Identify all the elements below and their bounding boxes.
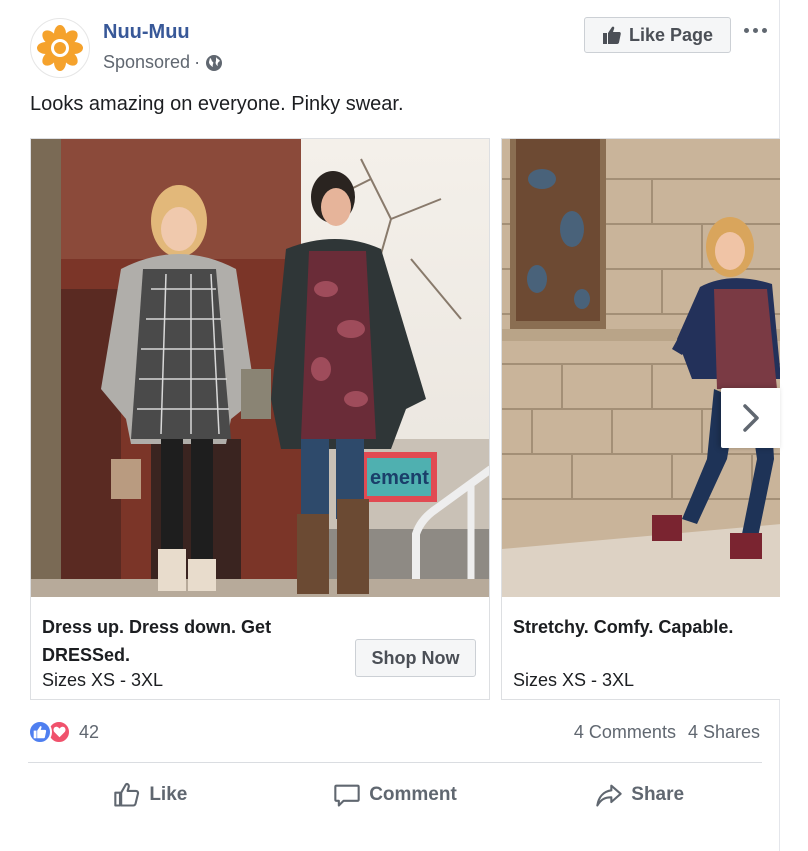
reaction-summary[interactable]: 42 xyxy=(28,720,99,744)
like-action-label: Like xyxy=(149,784,188,805)
store-sign-text: ement xyxy=(370,467,429,489)
globe-icon xyxy=(206,54,223,71)
like-action-button[interactable]: Like xyxy=(28,770,273,820)
comment-action-label: Comment xyxy=(369,784,457,805)
thumbs-up-icon xyxy=(602,26,621,44)
like-page-label: Like Page xyxy=(628,24,714,45)
card-1-image[interactable]: ement xyxy=(31,139,489,597)
shop-now-button[interactable]: Shop Now xyxy=(355,639,476,677)
page-avatar[interactable] xyxy=(30,18,90,78)
meta-separator: · xyxy=(194,52,201,72)
card-1-description: Sizes XS - 3XL xyxy=(42,670,164,690)
reaction-count: 42 xyxy=(79,721,100,742)
post-meta: Sponsored · xyxy=(103,52,223,73)
comment-icon xyxy=(334,784,360,807)
comment-action-button[interactable]: Comment xyxy=(273,770,518,820)
thumbs-up-outline-icon xyxy=(114,783,140,807)
card-1-headline[interactable]: Dress up. Dress down. Get DRESSed. xyxy=(42,613,312,669)
actions-divider xyxy=(28,762,762,763)
sponsored-post: Nuu-Muu Sponsored · Like Page Looks amaz… xyxy=(0,0,780,851)
post-message: Looks amazing on everyone. Pinky swear. xyxy=(30,93,404,115)
flower-logo-icon xyxy=(37,25,83,71)
share-action-button[interactable]: Share xyxy=(517,770,762,820)
chevron-right-icon xyxy=(742,404,759,432)
carousel-card-1[interactable]: ement Dress up. Dress down. Get DRESSed.… xyxy=(30,138,490,700)
card-2-headline[interactable]: Stretchy. Comfy. Capable. xyxy=(513,613,733,641)
carousel-next-button[interactable] xyxy=(721,388,780,448)
share-icon xyxy=(596,784,622,807)
share-action-label: Share xyxy=(631,784,685,805)
comments-count-link[interactable]: 4 Comments xyxy=(574,722,676,743)
engagement-counts: 4 Comments 4 Shares xyxy=(574,722,760,743)
card-2-image[interactable] xyxy=(502,139,780,597)
post-actions: Like Comment Share xyxy=(28,770,762,820)
shares-count-link[interactable]: 4 Shares xyxy=(688,722,760,743)
page-name-link[interactable]: Nuu-Muu xyxy=(103,21,190,44)
card-2-description: Sizes XS - 3XL xyxy=(513,670,635,690)
like-page-button[interactable]: Like Page xyxy=(584,17,731,53)
sponsored-label[interactable]: Sponsored xyxy=(103,52,190,73)
like-reaction-icon xyxy=(28,720,52,744)
more-dots-icon[interactable] xyxy=(738,20,772,40)
